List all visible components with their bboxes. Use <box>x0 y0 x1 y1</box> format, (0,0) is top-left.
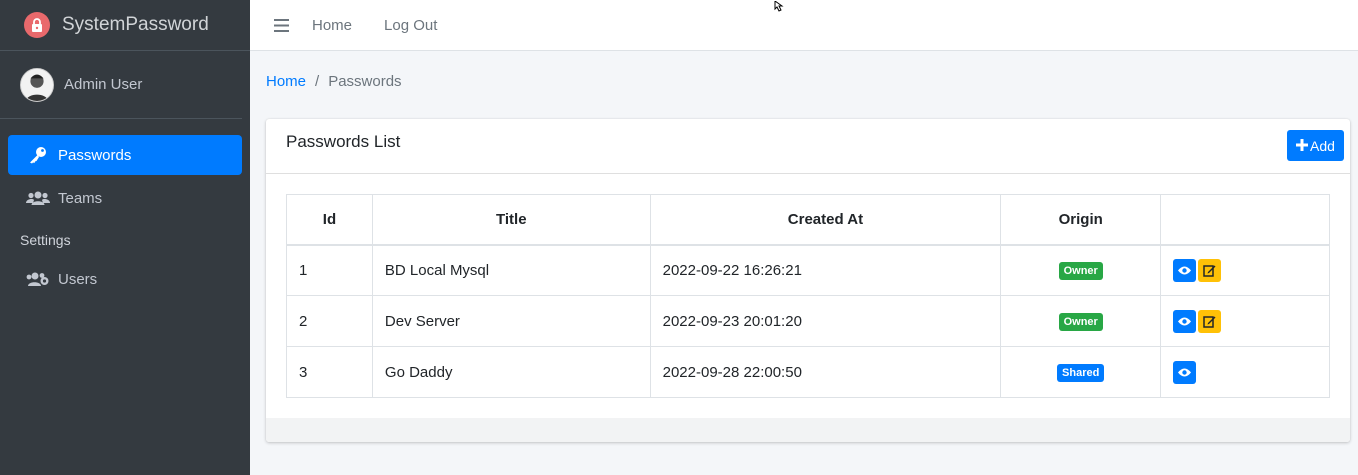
users-cog-icon <box>26 271 50 287</box>
mouse-cursor-icon <box>774 0 788 17</box>
card-body: Id Title Created At Origin 1 BD Local My… <box>266 174 1350 419</box>
cell-origin: Owner <box>1000 295 1162 347</box>
avatar <box>20 67 54 102</box>
origin-badge: Shared <box>1057 363 1105 382</box>
breadcrumb-current: Passwords <box>328 73 402 90</box>
sidebar-item-passwords[interactable]: Passwords <box>8 135 242 175</box>
user-name: Admin User <box>64 76 143 93</box>
column-header-title[interactable]: Title <box>371 194 651 246</box>
table-header-row: Id Title Created At Origin <box>286 194 1330 246</box>
column-header-created-at[interactable]: Created At <box>649 194 1002 246</box>
add-password-button[interactable]: Add <box>1287 130 1344 161</box>
user-panel[interactable]: Admin User <box>0 51 242 119</box>
cell-created-at: 2022-09-23 20:01:20 <box>649 295 1002 347</box>
cell-actions <box>1160 346 1330 398</box>
sidebar-header-settings: Settings <box>20 232 71 248</box>
table-row: 2 Dev Server 2022-09-23 20:01:20 Owner <box>286 295 1330 347</box>
column-header-id[interactable]: Id <box>286 194 373 246</box>
cell-actions <box>1160 244 1330 296</box>
navbar-home-link[interactable]: Home <box>312 17 352 34</box>
navbar-logout-link[interactable]: Log Out <box>384 17 437 34</box>
users-icon <box>26 190 50 206</box>
add-button-label: Add <box>1310 137 1335 154</box>
cell-title: BD Local Mysql <box>371 244 651 296</box>
cell-id: 3 <box>286 346 373 398</box>
origin-badge: Owner <box>1058 261 1103 280</box>
sidebar: SystemPassword Admin User Passwords Team… <box>0 0 250 475</box>
sidebar-item-label: Passwords <box>58 146 132 164</box>
card-header: Passwords List Add <box>266 119 1350 174</box>
plus-icon <box>1296 136 1309 156</box>
edit-icon <box>1203 315 1216 328</box>
cell-id: 2 <box>286 295 373 347</box>
table-row: 1 BD Local Mysql 2022-09-22 16:26:21 Own… <box>286 244 1330 296</box>
lock-icon <box>24 12 50 38</box>
view-button[interactable] <box>1173 258 1197 282</box>
sidebar-item-users[interactable]: Users <box>8 259 242 299</box>
eye-icon <box>1178 368 1192 376</box>
sidebar-item-label: Users <box>58 270 98 288</box>
breadcrumb: Home / Passwords <box>266 73 402 90</box>
cell-created-at: 2022-09-28 22:00:50 <box>649 346 1002 398</box>
menu-toggle-icon[interactable] <box>250 0 312 51</box>
cell-title: Dev Server <box>371 295 651 347</box>
view-button[interactable] <box>1173 360 1197 384</box>
view-button[interactable] <box>1173 309 1197 333</box>
edit-button[interactable] <box>1198 309 1222 333</box>
sidebar-item-teams[interactable]: Teams <box>8 178 242 218</box>
cell-title: Go Daddy <box>371 346 651 398</box>
cell-created-at: 2022-09-22 16:26:21 <box>649 244 1002 296</box>
main-content: Home / Passwords Passwords List Add Id T… <box>250 51 1358 475</box>
sidebar-nav: Passwords Teams Settings Users <box>0 119 250 299</box>
brand-link[interactable]: SystemPassword <box>0 0 250 51</box>
breadcrumb-separator: / <box>315 73 320 90</box>
passwords-table: Id Title Created At Origin 1 BD Local My… <box>286 194 1330 398</box>
cell-origin: Shared <box>1000 346 1162 398</box>
key-icon <box>26 146 50 164</box>
cell-actions <box>1160 295 1330 347</box>
breadcrumb-home-link[interactable]: Home <box>266 73 306 90</box>
cell-origin: Owner <box>1000 244 1162 296</box>
sidebar-item-label: Teams <box>58 189 103 207</box>
eye-icon <box>1178 317 1192 325</box>
edit-button[interactable] <box>1198 258 1222 282</box>
card-title: Passwords List <box>286 132 401 151</box>
origin-badge: Owner <box>1058 312 1103 331</box>
card-footer <box>266 418 1350 442</box>
brand-name: SystemPassword <box>62 14 209 35</box>
eye-icon <box>1178 266 1192 275</box>
column-header-origin[interactable]: Origin <box>1000 194 1162 246</box>
column-header-actions <box>1160 194 1330 246</box>
cell-id: 1 <box>286 244 373 296</box>
edit-icon <box>1203 265 1216 277</box>
table-row: 3 Go Daddy 2022-09-28 22:00:50 Shared <box>286 346 1330 398</box>
passwords-card: Passwords List Add Id Title Created At O… <box>266 119 1350 442</box>
top-navbar: Home Log Out <box>250 0 1358 51</box>
